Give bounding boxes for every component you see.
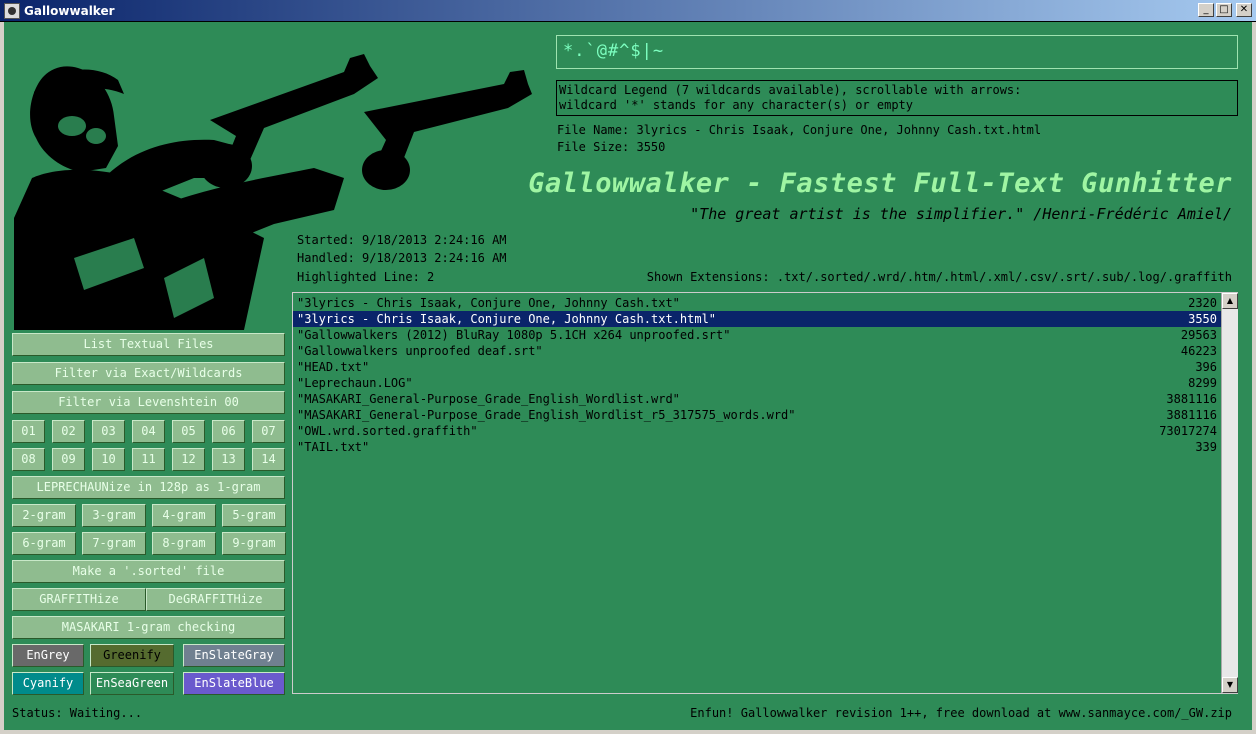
file-size-cell: 3881116 bbox=[1166, 392, 1217, 406]
file-list-row[interactable]: "3lyrics - Chris Isaak, Conjure One, Joh… bbox=[293, 311, 1221, 327]
4-gram-button[interactable]: 4-gram bbox=[152, 504, 216, 527]
distance-10-button[interactable]: 10 bbox=[92, 448, 125, 471]
file-name-cell: "3lyrics - Chris Isaak, Conjure One, Joh… bbox=[297, 312, 717, 326]
distance-03-button[interactable]: 03 bbox=[92, 420, 125, 443]
file-list-scrollbar[interactable]: ▲ ▼ bbox=[1221, 293, 1238, 693]
footer-label: Enfun! Gallowwalker revision 1++, free d… bbox=[690, 706, 1232, 720]
file-name-cell: "Leprechaun.LOG" bbox=[297, 376, 413, 390]
file-list-rows: "3lyrics - Chris Isaak, Conjure One, Joh… bbox=[293, 295, 1221, 455]
file-list-row[interactable]: "MASAKARI_General-Purpose_Grade_English_… bbox=[293, 407, 1221, 423]
file-size-cell: 8299 bbox=[1188, 376, 1217, 390]
leprechaunize-button[interactable]: LEPRECHAUNize in 128p as 1-gram bbox=[12, 476, 285, 499]
6-gram-button[interactable]: 6-gram bbox=[12, 532, 76, 555]
app-headline: Gallowwalker - Fastest Full-Text Gunhitt… bbox=[528, 168, 1232, 199]
close-icon[interactable]: ✕ bbox=[1236, 3, 1252, 17]
degraffithize-button[interactable]: DeGRAFFITHize bbox=[146, 588, 285, 611]
distance-09-button[interactable]: 09 bbox=[52, 448, 85, 471]
file-name-cell: "OWL.wrd.sorted.graffith" bbox=[297, 424, 478, 438]
maximize-icon[interactable]: □ bbox=[1216, 3, 1232, 17]
file-list-row[interactable]: "3lyrics - Chris Isaak, Conjure One, Joh… bbox=[293, 295, 1221, 311]
title-bar: Gallowwalker _ □ ✕ bbox=[0, 0, 1256, 22]
make-sorted-file-button[interactable]: Make a '.sorted' file bbox=[12, 560, 285, 583]
engrey-theme-button[interactable]: EnGrey bbox=[12, 644, 84, 667]
7-gram-button[interactable]: 7-gram bbox=[82, 532, 146, 555]
8-gram-button[interactable]: 8-gram bbox=[152, 532, 216, 555]
enslateblue-theme-button[interactable]: EnSlateBlue bbox=[183, 672, 285, 695]
masakari-checking-button[interactable]: MASAKARI 1-gram checking bbox=[12, 616, 285, 639]
app-icon bbox=[4, 2, 20, 19]
3-gram-button[interactable]: 3-gram bbox=[82, 504, 146, 527]
filter-levenshtein-button[interactable]: Filter via Levenshtein 00 bbox=[12, 391, 285, 414]
file-name-cell: "MASAKARI_General-Purpose_Grade_English_… bbox=[297, 408, 796, 422]
list-textual-files-button[interactable]: List Textual Files bbox=[12, 333, 285, 356]
file-size-label: File Size: 3550 bbox=[557, 140, 666, 154]
graffithize-button[interactable]: GRAFFITHize bbox=[12, 588, 146, 611]
gunman-illustration-icon bbox=[14, 54, 532, 330]
file-list-row[interactable]: "TAIL.txt" 339 bbox=[293, 439, 1221, 455]
headline-quote: "The great artist is the simplifier." /H… bbox=[690, 205, 1232, 223]
file-name-cell: "HEAD.txt" bbox=[297, 360, 370, 374]
2-gram-button[interactable]: 2-gram bbox=[12, 504, 76, 527]
highlighted-line-label: Highlighted Line: 2 bbox=[297, 270, 435, 284]
distance-02-button[interactable]: 02 bbox=[52, 420, 85, 443]
file-size-cell: 73017274 bbox=[1159, 424, 1217, 438]
file-list[interactable]: "3lyrics - Chris Isaak, Conjure One, Joh… bbox=[292, 292, 1238, 694]
distance-11-button[interactable]: 11 bbox=[132, 448, 165, 471]
file-size-cell: 29563 bbox=[1180, 328, 1217, 342]
distance-12-button[interactable]: 12 bbox=[172, 448, 205, 471]
file-list-row[interactable]: "Gallowwalkers (2012) BluRay 1080p 5.1CH… bbox=[293, 327, 1221, 343]
distance-04-button[interactable]: 04 bbox=[132, 420, 165, 443]
distance-05-button[interactable]: 05 bbox=[172, 420, 205, 443]
search-input[interactable]: *.`@#^$|~ bbox=[556, 35, 1238, 69]
scroll-down-icon[interactable]: ▼ bbox=[1222, 677, 1238, 693]
enseagreen-theme-button[interactable]: EnSeaGreen bbox=[90, 672, 174, 695]
wildcard-legend[interactable]: Wildcard Legend (7 wildcards available),… bbox=[556, 80, 1238, 116]
file-size-cell: 3881116 bbox=[1166, 408, 1217, 422]
file-name-label: File Name: 3lyrics - Chris Isaak, Conjur… bbox=[557, 123, 1042, 137]
filter-exact-button[interactable]: Filter via Exact/Wildcards bbox=[12, 362, 285, 385]
file-list-row[interactable]: "Gallowwalkers unproofed deaf.srt" 46223 bbox=[293, 343, 1221, 359]
scroll-up-icon[interactable]: ▲ bbox=[1222, 293, 1238, 309]
distance-06-button[interactable]: 06 bbox=[212, 420, 245, 443]
file-list-row[interactable]: "HEAD.txt" 396 bbox=[293, 359, 1221, 375]
distance-13-button[interactable]: 13 bbox=[212, 448, 245, 471]
file-name-cell: "Gallowwalkers unproofed deaf.srt" bbox=[297, 344, 543, 358]
distance-01-button[interactable]: 01 bbox=[12, 420, 45, 443]
file-list-row[interactable]: "OWL.wrd.sorted.graffith" 73017274 bbox=[293, 423, 1221, 439]
9-gram-button[interactable]: 9-gram bbox=[222, 532, 286, 555]
greenify-theme-button[interactable]: Greenify bbox=[90, 644, 174, 667]
window-title: Gallowwalker bbox=[24, 3, 115, 18]
extensions-label: Shown Extensions: .txt/.sorted/.wrd/.htm… bbox=[646, 270, 1232, 284]
file-size-cell: 3550 bbox=[1188, 312, 1217, 326]
file-size-cell: 339 bbox=[1195, 440, 1217, 454]
minimize-icon[interactable]: _ bbox=[1198, 3, 1214, 17]
distance-08-button[interactable]: 08 bbox=[12, 448, 45, 471]
status-label: Status: Waiting... bbox=[12, 706, 143, 720]
cyanify-theme-button[interactable]: Cyanify bbox=[12, 672, 84, 695]
started-label: Started: 9/18/2013 2:24:16 AM bbox=[297, 233, 507, 247]
file-size-cell: 396 bbox=[1195, 360, 1217, 374]
file-name-cell: "MASAKARI_General-Purpose_Grade_English_… bbox=[297, 392, 680, 406]
file-list-row[interactable]: "Leprechaun.LOG" 8299 bbox=[293, 375, 1221, 391]
handled-label: Handled: 9/18/2013 2:24:16 AM bbox=[297, 251, 507, 265]
legend-line-1: Wildcard Legend (7 wildcards available),… bbox=[559, 83, 1022, 97]
file-size-cell: 46223 bbox=[1180, 344, 1217, 358]
file-list-row[interactable]: "MASAKARI_General-Purpose_Grade_English_… bbox=[293, 391, 1221, 407]
file-size-cell: 2320 bbox=[1188, 296, 1217, 310]
window-controls: _ □ ✕ bbox=[1198, 3, 1252, 17]
file-name-cell: "3lyrics - Chris Isaak, Conjure One, Joh… bbox=[297, 296, 680, 310]
5-gram-button[interactable]: 5-gram bbox=[222, 504, 286, 527]
file-name-cell: "TAIL.txt" bbox=[297, 440, 370, 454]
distance-07-button[interactable]: 07 bbox=[252, 420, 285, 443]
distance-14-button[interactable]: 14 bbox=[252, 448, 285, 471]
legend-line-2: wildcard '*' stands for any character(s)… bbox=[559, 98, 914, 112]
file-name-cell: "Gallowwalkers (2012) BluRay 1080p 5.1CH… bbox=[297, 328, 731, 342]
enslategray-theme-button[interactable]: EnSlateGray bbox=[183, 644, 285, 667]
